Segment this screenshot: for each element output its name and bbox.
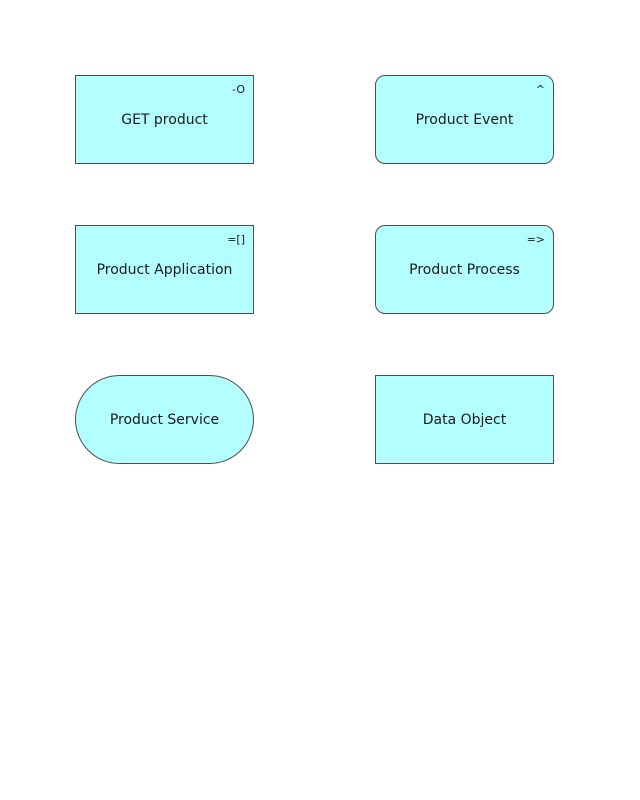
product-process-node[interactable]: => Product Process [375,225,554,314]
application-component-icon: =[] [227,233,245,246]
product-event-node[interactable]: ^ Product Event [375,75,554,164]
diagram-canvas: -O GET product ^ Product Event =[] Produ… [0,0,640,800]
node-label: Data Object [422,411,507,428]
node-label: Product Event [415,111,514,128]
node-label: Product Process [409,261,520,278]
product-service-node[interactable]: Product Service [75,375,254,464]
data-object-node[interactable]: Data Object [375,375,554,464]
get-product-node[interactable]: -O GET product [75,75,254,164]
node-label: Product Application [96,261,233,278]
node-label: GET product [121,111,208,128]
event-icon: ^ [535,83,545,96]
application-interface-icon: -O [232,83,245,96]
process-icon: => [526,233,545,246]
node-label: Product Service [109,411,220,428]
product-application-node[interactable]: =[] Product Application [75,225,254,314]
